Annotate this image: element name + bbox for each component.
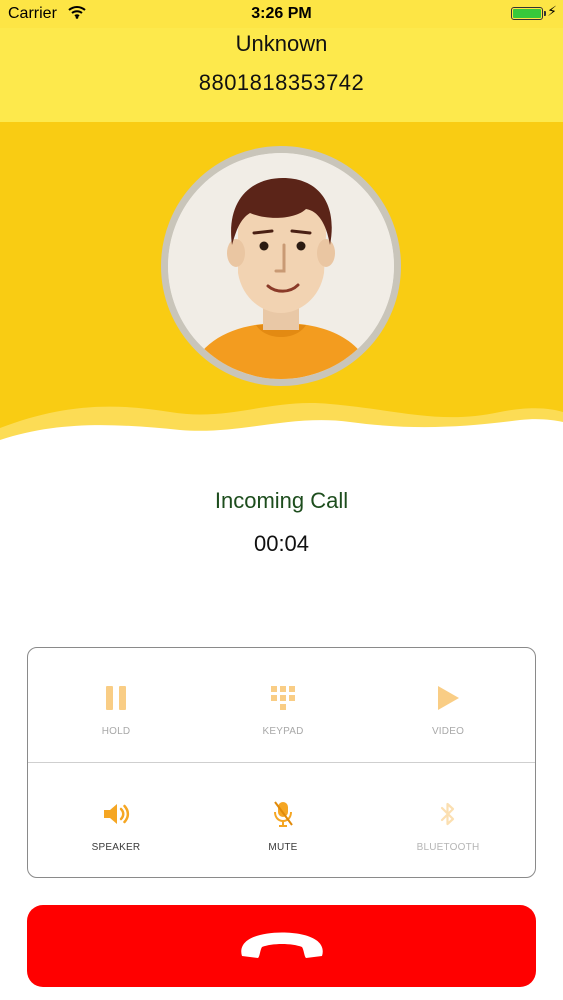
status-bar: Carrier 3:26 PM ⚡ <box>0 0 563 28</box>
wave-divider <box>0 403 563 470</box>
call-timer: 00:04 <box>253 531 310 556</box>
bluetooth-button[interactable]: BLUETOOTH <box>388 794 508 853</box>
video-button[interactable]: VIDEO <box>388 678 508 737</box>
caller-header: Unknown 8801818353742 <box>0 28 563 122</box>
hang-up-phone-icon <box>240 932 323 958</box>
speaker-icon <box>56 794 176 834</box>
mute-mic-icon <box>223 794 343 834</box>
video-label: VIDEO <box>431 726 465 737</box>
pause-icon <box>56 678 176 718</box>
mute-button[interactable]: MUTE <box>223 794 343 853</box>
call-status: Incoming Call <box>214 488 349 513</box>
bluetooth-label: BLUETOOTH <box>416 842 480 853</box>
speaker-label: SPEAKER <box>91 842 141 853</box>
keypad-label: KEYPAD <box>262 726 304 737</box>
caller-avatar <box>161 146 401 386</box>
end-call-button[interactable] <box>27 905 536 987</box>
call-controls-panel: HOLD KEYPAD VIDEO SPEAKER MUTE BLUETOOTH <box>27 647 536 878</box>
hold-label: HOLD <box>101 726 131 737</box>
hold-button[interactable]: HOLD <box>56 678 176 737</box>
status-time: 3:26 PM <box>251 5 312 22</box>
battery-icon <box>511 7 546 20</box>
caller-name: Unknown <box>235 31 328 56</box>
bluetooth-icon <box>388 794 508 834</box>
keypad-icon <box>223 678 343 718</box>
play-icon <box>388 678 508 718</box>
controls-divider <box>28 762 535 763</box>
person-avatar-icon <box>168 153 394 379</box>
speaker-button[interactable]: SPEAKER <box>56 794 176 853</box>
keypad-button[interactable]: KEYPAD <box>223 678 343 737</box>
charging-icon: ⚡ <box>547 3 557 19</box>
caller-number: 8801818353742 <box>198 70 365 95</box>
mute-label: MUTE <box>268 842 298 853</box>
